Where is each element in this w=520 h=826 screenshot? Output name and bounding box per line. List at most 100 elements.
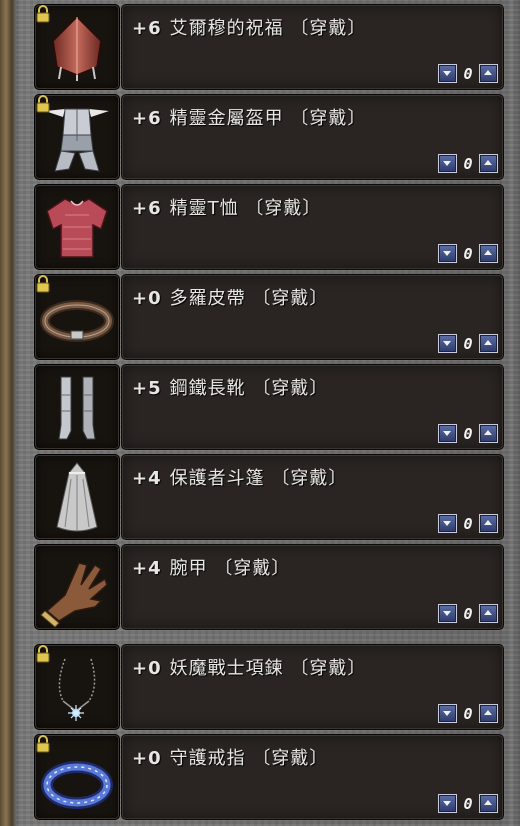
lock-icon: [36, 95, 50, 113]
enchant-level: +4: [132, 468, 162, 489]
item-name: 妖魔戰士項鍊: [169, 658, 284, 679]
equipment-row[interactable]: +0 多羅皮帶 〔穿戴〕 0: [34, 274, 504, 360]
boots-icon: [58, 376, 96, 440]
item-info-panel: +5 鋼鐵長靴 〔穿戴〕 0: [121, 364, 504, 450]
item-name: 守護戒指: [169, 748, 246, 769]
quantity-controls: 0: [438, 64, 498, 83]
equipped-status: 〔穿戴〕: [252, 288, 329, 309]
equipped-status: 〔穿戴〕: [252, 378, 329, 399]
lock-icon: [36, 645, 50, 663]
lock-icon: [36, 275, 50, 293]
equipped-status: 〔穿戴〕: [290, 18, 367, 39]
glove-icon: [40, 562, 108, 628]
decrease-button[interactable]: [438, 64, 457, 83]
quantity-value: 0: [463, 514, 473, 533]
quantity-controls: 0: [438, 244, 498, 263]
quantity-controls: 0: [438, 154, 498, 173]
equipment-row[interactable]: +0 妖魔戰士項鍊 〔穿戴〕 0: [34, 644, 504, 730]
item-info-panel: +0 妖魔戰士項鍊 〔穿戴〕 0: [121, 644, 504, 730]
quantity-controls: 0: [438, 704, 498, 723]
item-name: 保護者斗篷: [169, 468, 265, 489]
item-info-panel: +6 艾爾穆的祝福 〔穿戴〕 0: [121, 4, 504, 90]
quantity-value: 0: [463, 244, 473, 263]
enchant-level: +0: [132, 288, 162, 309]
item-name: 多羅皮帶: [169, 288, 246, 309]
item-slot[interactable]: [34, 454, 120, 540]
equipped-status: 〔穿戴〕: [252, 748, 329, 769]
enchant-level: +0: [132, 748, 162, 769]
equipment-row[interactable]: +6 精靈金屬盔甲 〔穿戴〕 0: [34, 94, 504, 180]
item-title: +4 腕甲 〔穿戴〕: [132, 554, 290, 580]
item-info-panel: +0 守護戒指 〔穿戴〕 0: [121, 734, 504, 820]
item-info-panel: +6 精靈T恤 〔穿戴〕 0: [121, 184, 504, 270]
equipped-status: 〔穿戴〕: [290, 108, 367, 129]
item-title: +6 精靈T恤 〔穿戴〕: [132, 194, 321, 220]
item-title: +0 多羅皮帶 〔穿戴〕: [132, 284, 328, 310]
quantity-value: 0: [463, 794, 473, 813]
equipment-row[interactable]: +6 艾爾穆的祝福 〔穿戴〕 0: [34, 4, 504, 90]
item-slot[interactable]: [34, 274, 120, 360]
item-slot[interactable]: [34, 94, 120, 180]
quantity-value: 0: [463, 334, 473, 353]
item-slot[interactable]: [34, 544, 120, 630]
quantity-value: 0: [463, 704, 473, 723]
item-title: +6 艾爾穆的祝福 〔穿戴〕: [132, 14, 366, 40]
enchant-level: +6: [132, 18, 162, 39]
decrease-button[interactable]: [438, 604, 457, 623]
quantity-value: 0: [463, 424, 473, 443]
quantity-controls: 0: [438, 334, 498, 353]
quantity-controls: 0: [438, 604, 498, 623]
item-slot[interactable]: [34, 644, 120, 730]
increase-button[interactable]: [479, 424, 498, 443]
quantity-value: 0: [463, 604, 473, 623]
equipment-row[interactable]: +4 腕甲 〔穿戴〕 0: [34, 544, 504, 630]
tshirt-icon: [46, 198, 108, 258]
lock-icon: [36, 5, 50, 23]
enchant-level: +6: [132, 108, 162, 129]
quantity-value: 0: [463, 154, 473, 173]
equipment-row[interactable]: +5 鋼鐵長靴 〔穿戴〕 0: [34, 364, 504, 450]
increase-button[interactable]: [479, 244, 498, 263]
increase-button[interactable]: [479, 514, 498, 533]
decrease-button[interactable]: [438, 514, 457, 533]
increase-button[interactable]: [479, 154, 498, 173]
quantity-controls: 0: [438, 794, 498, 813]
increase-button[interactable]: [479, 334, 498, 353]
inventory-window: +6 艾爾穆的祝福 〔穿戴〕 0 +6 精靈金屬盔甲 〔穿戴〕 0 +6 精靈T…: [0, 0, 520, 826]
decrease-button[interactable]: [438, 154, 457, 173]
equipped-status: 〔穿戴〕: [245, 198, 322, 219]
item-name: 腕甲: [169, 558, 208, 579]
decrease-button[interactable]: [438, 704, 457, 723]
item-title: +4 保護者斗篷 〔穿戴〕: [132, 464, 347, 490]
item-slot[interactable]: [34, 364, 120, 450]
item-name: 精靈金屬盔甲: [169, 108, 284, 129]
quantity-controls: 0: [438, 514, 498, 533]
item-slot[interactable]: [34, 184, 120, 270]
increase-button[interactable]: [479, 794, 498, 813]
equipped-status: 〔穿戴〕: [271, 468, 348, 489]
decrease-button[interactable]: [438, 334, 457, 353]
item-name: 精靈T恤: [169, 198, 239, 219]
item-title: +0 守護戒指 〔穿戴〕: [132, 744, 328, 770]
item-slot[interactable]: [34, 734, 120, 820]
decrease-button[interactable]: [438, 794, 457, 813]
decrease-button[interactable]: [438, 424, 457, 443]
enchant-level: +5: [132, 378, 162, 399]
item-info-panel: +4 腕甲 〔穿戴〕 0: [121, 544, 504, 630]
item-info-panel: +6 精靈金屬盔甲 〔穿戴〕 0: [121, 94, 504, 180]
item-name: 艾爾穆的祝福: [169, 18, 284, 39]
item-title: +5 鋼鐵長靴 〔穿戴〕: [132, 374, 328, 400]
increase-button[interactable]: [479, 704, 498, 723]
equipped-status: 〔穿戴〕: [290, 658, 367, 679]
item-slot[interactable]: [34, 4, 120, 90]
equipment-row[interactable]: +0 守護戒指 〔穿戴〕 0: [34, 734, 504, 820]
quantity-value: 0: [463, 64, 473, 83]
quantity-controls: 0: [438, 424, 498, 443]
increase-button[interactable]: [479, 64, 498, 83]
equipment-row[interactable]: +6 精靈T恤 〔穿戴〕 0: [34, 184, 504, 270]
decrease-button[interactable]: [438, 244, 457, 263]
cape-icon: [56, 462, 98, 532]
item-title: +6 精靈金屬盔甲 〔穿戴〕: [132, 104, 366, 130]
equipment-row[interactable]: +4 保護者斗篷 〔穿戴〕 0: [34, 454, 504, 540]
increase-button[interactable]: [479, 604, 498, 623]
